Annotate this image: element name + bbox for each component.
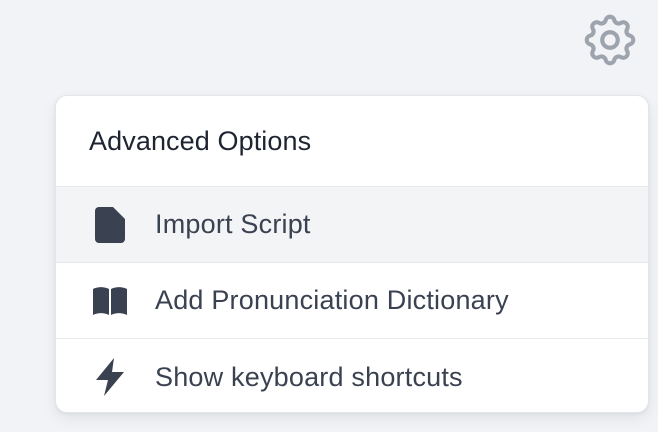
menu-item-label: Show keyboard shortcuts	[155, 361, 463, 392]
menu-item-label: Add Pronunciation Dictionary	[155, 285, 509, 315]
lightning-icon	[90, 357, 130, 397]
document-icon	[90, 205, 130, 245]
menu-title: Advanced Options	[56, 96, 648, 187]
book-icon	[90, 281, 130, 321]
gear-icon	[579, 9, 641, 71]
menu-item-add-pronunciation-dictionary[interactable]: Add Pronunciation Dictionary	[56, 263, 648, 339]
advanced-options-menu: Advanced Options Import Script Add Pronu…	[55, 95, 649, 413]
menu-item-label: Import Script	[155, 209, 311, 239]
menu-item-show-keyboard-shortcuts[interactable]: Show keyboard shortcuts	[56, 339, 648, 412]
menu-item-import-script[interactable]: Import Script	[56, 187, 648, 263]
settings-button[interactable]	[576, 6, 644, 74]
